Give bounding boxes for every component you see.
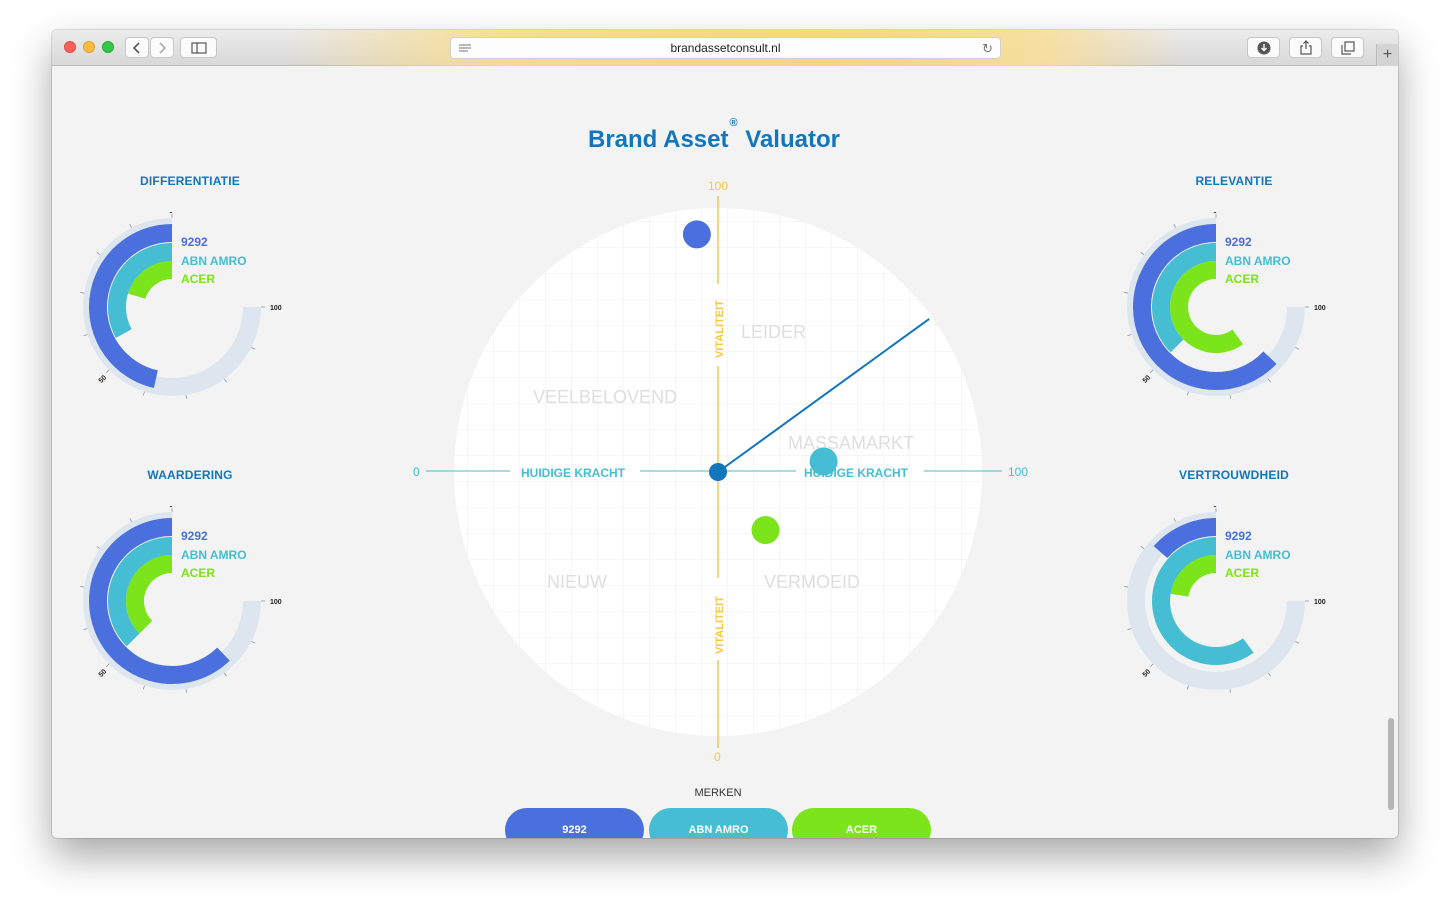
power-grid-chart: LEIDER VEELBELOVEND MASSAMARKT NIEUW VER… (413, 179, 1028, 764)
x-min-label: 0 (413, 465, 420, 479)
back-button[interactable] (125, 37, 149, 58)
browser-toolbar: brandassetconsult.nl ↻ + (52, 30, 1398, 66)
tabs-icon (1340, 40, 1355, 55)
reader-icon (459, 44, 471, 52)
close-window-button[interactable] (64, 41, 76, 53)
maximize-window-button[interactable] (102, 41, 114, 53)
scrollbar-thumb[interactable] (1388, 718, 1394, 810)
quadrant-leider: LEIDER (741, 322, 806, 342)
quadrant-nieuw: NIEUW (547, 572, 607, 592)
x-axis-label-left: HUIDIGE KRACHT (521, 466, 626, 480)
merken-label: MERKEN (694, 787, 742, 799)
page-content: Brand Asset® Valuator DIFFERENTIATIE REL… (52, 66, 1398, 838)
brand-button-abn-amro[interactable]: ABN AMRO (649, 808, 788, 838)
brand-point-9292[interactable] (682, 220, 711, 249)
downloads-button[interactable] (1247, 37, 1280, 58)
download-icon (1257, 41, 1270, 54)
forward-button[interactable] (150, 37, 174, 58)
new-tab-button[interactable]: + (1376, 44, 1398, 66)
brand-button-9292[interactable]: 9292 (505, 808, 644, 838)
y-axis-label-bottom: VITALITEIT (714, 596, 726, 654)
share-icon (1299, 40, 1312, 55)
share-button[interactable] (1289, 37, 1322, 58)
tabs-overview-button[interactable] (1331, 37, 1364, 58)
brand-point-abn-amro[interactable] (809, 447, 838, 476)
browser-window: brandassetconsult.nl ↻ + Brand Asset® Va… (52, 30, 1398, 838)
minimize-window-button[interactable] (83, 41, 95, 53)
chevron-left-icon (132, 41, 140, 54)
y-max-label: 100 (708, 179, 728, 193)
x-max-label: 100 (1008, 465, 1028, 479)
address-bar[interactable]: brandassetconsult.nl ↻ (450, 37, 1001, 59)
quadrant-veelbelovend: VEELBELOVEND (533, 387, 677, 407)
brand-point-acer[interactable] (751, 516, 780, 545)
url-text: brandassetconsult.nl (670, 41, 781, 55)
sidebar-icon (190, 41, 207, 54)
reload-icon[interactable]: ↻ (982, 41, 993, 57)
brand-button-acer[interactable]: ACER (792, 808, 931, 838)
quadrant-vermoeid: VERMOEID (764, 572, 860, 592)
y-min-label: 0 (714, 750, 721, 764)
center-dot (709, 463, 727, 481)
y-axis-label-top: VITALITEIT (714, 300, 726, 358)
sidebar-toggle-button[interactable] (180, 37, 217, 58)
quadrant-massamarkt: MASSAMARKT (788, 433, 914, 453)
chevron-right-icon (159, 41, 167, 54)
